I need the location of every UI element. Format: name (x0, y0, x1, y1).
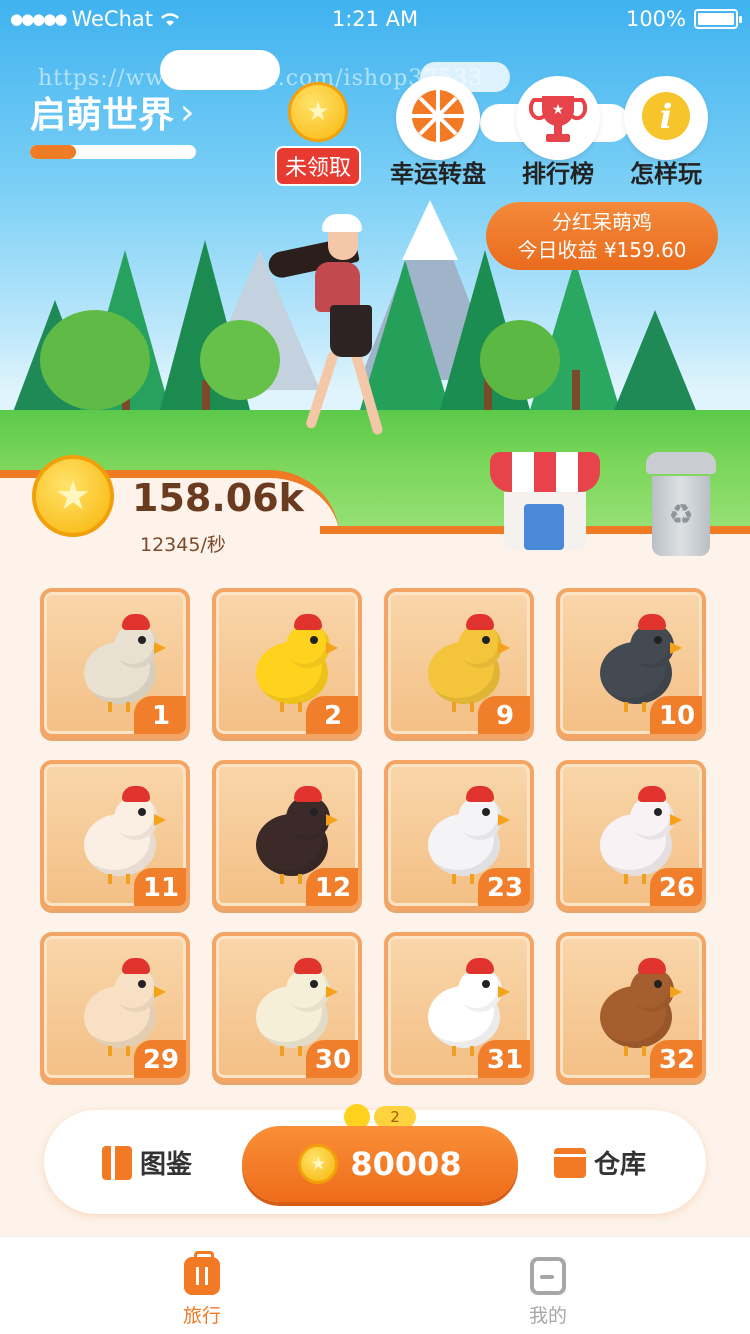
battery-info: 100% (625, 7, 742, 31)
chicken-slot[interactable]: 10 (556, 588, 706, 738)
coin-balance: 158.06k (132, 476, 304, 520)
chicken-level: 26 (650, 868, 702, 906)
tab-travel[interactable]: 旅行 (152, 1251, 252, 1328)
world-progress-bar (30, 145, 196, 159)
chicken-level: 32 (650, 1040, 702, 1078)
chicken-level: 23 (478, 868, 530, 906)
dividend-chicken-pill[interactable]: 分红呆萌鸡 今日收益 ¥159.60 (486, 202, 718, 270)
chicken-level: 12 (306, 868, 358, 906)
tree (360, 260, 450, 410)
chicken-slot[interactable]: 2 (212, 588, 362, 738)
world-title: 启萌世界 (30, 95, 175, 136)
chicken-slot[interactable]: 31 (384, 932, 534, 1082)
battery-percent: 100% (625, 7, 686, 31)
action-bar: 图鉴 2 ★ 80008 仓库 (44, 1104, 706, 1214)
book-icon (102, 1145, 132, 1180)
world-title-link[interactable]: 启萌世界 › (30, 86, 194, 138)
woman-hat (322, 214, 362, 232)
trophy-icon: ★ (516, 76, 600, 160)
suitcase-icon (184, 1251, 220, 1295)
buy-chicken-button[interactable]: ★ 80008 (242, 1126, 518, 1202)
collection-label: 图鉴 (140, 1150, 193, 1180)
tab-bar: 旅行 我的 (0, 1236, 750, 1334)
collection-button[interactable]: 图鉴 (102, 1144, 192, 1181)
chicken-slot[interactable]: 26 (556, 760, 706, 910)
tree (610, 310, 700, 420)
unclaimed-button[interactable]: ★ 未领取 (258, 76, 378, 186)
bush (40, 310, 150, 410)
chicken-level: 2 (306, 696, 358, 734)
profile-icon (530, 1257, 566, 1295)
warehouse-button[interactable]: 仓库 (552, 1144, 647, 1181)
wheel-icon (396, 76, 480, 160)
chicken-slot[interactable]: 12 (212, 760, 362, 910)
chicken-slot[interactable]: 30 (212, 932, 362, 1082)
info-icon: i (624, 76, 708, 160)
coin-icon: ★ (32, 455, 114, 537)
dividend-income: 今日收益 ¥159.60 (517, 238, 687, 262)
chicken-slot[interactable]: 9 (384, 588, 534, 738)
unclaimed-label: 未领取 (274, 146, 361, 186)
chicken-level: 11 (134, 868, 186, 906)
woman-skirt (330, 305, 372, 357)
svg-text:i: i (660, 97, 673, 137)
battery-icon (694, 9, 742, 29)
how-to-play-button[interactable]: i 怎样玩 (606, 76, 726, 189)
bush (200, 320, 280, 400)
chicken-level: 31 (478, 1040, 530, 1078)
chicken-slot[interactable]: 29 (40, 932, 190, 1082)
lucky-wheel-button[interactable]: 幸运转盘 (378, 76, 498, 189)
dividend-title: 分红呆萌鸡 (552, 210, 652, 234)
chevron-right-icon: › (180, 91, 195, 133)
chicken-slot[interactable]: 23 (384, 760, 534, 910)
coin-rate: 12345/秒 (140, 534, 226, 556)
shop-icon[interactable] (490, 452, 600, 552)
chicken-level: 29 (134, 1040, 186, 1078)
chicken-grid: 1 2 9 10 11 12 23 26 29 30 31 32 (40, 588, 710, 1082)
tab-mine[interactable]: 我的 (498, 1257, 598, 1328)
coin-icon: ★ (298, 1144, 339, 1184)
status-bar: ●●●●● WeChat 1:21 AM 100% (0, 0, 750, 40)
buy-badge: 2 (374, 1106, 416, 1128)
chicken-level: 9 (478, 696, 530, 734)
chicken-slot[interactable]: 11 (40, 760, 190, 910)
svg-text:★: ★ (552, 102, 565, 118)
buy-price: 80008 (350, 1145, 462, 1183)
warehouse-label: 仓库 (594, 1150, 647, 1180)
recycle-bin-icon[interactable]: ♻ (646, 452, 716, 558)
progress-fill (30, 145, 77, 159)
chicken-level: 10 (650, 696, 702, 734)
chicken-level: 30 (306, 1040, 358, 1078)
tab-travel-label: 旅行 (182, 1305, 221, 1327)
leaderboard-button[interactable]: ★ 排行榜 (498, 76, 618, 189)
tab-mine-label: 我的 (528, 1305, 567, 1327)
box-icon (552, 1147, 588, 1178)
chicken-slot[interactable]: 32 (556, 932, 706, 1082)
chicken-level: 1 (134, 696, 186, 734)
chicken-slot[interactable]: 1 (40, 588, 190, 738)
bush (480, 320, 560, 400)
